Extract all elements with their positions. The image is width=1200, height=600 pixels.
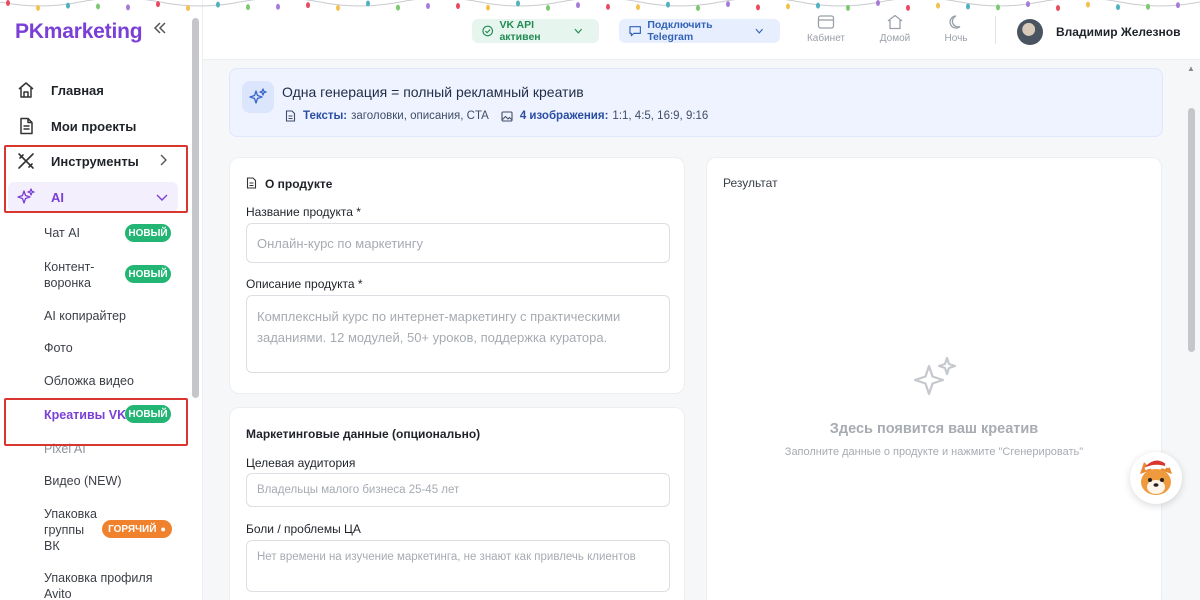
logo[interactable]: PKmarketing <box>15 20 143 44</box>
card-title: О продукте <box>265 177 333 191</box>
product-card: О продукте Название продукта * Описание … <box>229 157 685 394</box>
sidebar-item-label: Мои проекты <box>51 118 137 134</box>
banner-title: Одна генерация = полный рекламный креати… <box>282 84 584 100</box>
banner-details: Тексты: заголовки, описания, CTA 4 изобр… <box>285 110 708 122</box>
sidebar-subitem-video-cover[interactable]: Обложка видео <box>44 373 134 389</box>
topbar: VK API активен Подключить Telegram Кабин… <box>203 0 1200 60</box>
sidebar-subitem-ai-copywriter[interactable]: AI копирайтер <box>44 308 126 324</box>
empty-state-subtitle: Заполните данные о продукте и нажмите "С… <box>784 446 1084 458</box>
badge-new: НОВЫЙ <box>125 265 171 283</box>
sidebar-subitem-content-funnel[interactable]: Контент-воронка <box>44 259 104 291</box>
badge-hot: ГОРЯЧИЙ ● <box>102 520 172 538</box>
sidebar-subitem-pixel-ai[interactable]: Pixel AI <box>44 441 86 457</box>
sidebar-subitem-photo[interactable]: Фото <box>44 340 73 356</box>
avatar[interactable] <box>1017 19 1043 45</box>
sparkles-icon <box>913 356 957 396</box>
document-icon <box>285 110 296 122</box>
document-icon <box>246 177 257 189</box>
wallet-icon <box>817 15 835 29</box>
sidebar-item-projects[interactable]: Мои проекты <box>8 111 178 141</box>
image-icon <box>501 110 513 122</box>
sparkles-icon <box>242 81 274 113</box>
night-mode-button[interactable]: Ночь <box>931 14 981 44</box>
user-name[interactable]: Владимир Железнов <box>1056 25 1180 39</box>
result-card: Результат Здесь появится ваш креатив Зап… <box>706 157 1162 600</box>
tools-icon <box>15 150 37 172</box>
home-button[interactable]: Домой <box>870 14 920 44</box>
mascot-assistant-button[interactable] <box>1130 452 1182 504</box>
sidebar-scrollbar[interactable] <box>192 18 199 398</box>
product-name-input[interactable] <box>246 223 670 263</box>
vk-api-status-button[interactable]: VK API активен <box>472 19 599 43</box>
badge-new: НОВЫЙ <box>125 224 171 242</box>
chat-icon <box>629 26 641 37</box>
sidebar: PKmarketing Главная Мои проекты Инструме… <box>0 0 203 600</box>
chevron-down-icon <box>755 28 764 34</box>
sidebar-subitem-vk-creatives[interactable]: Креативы VK <box>44 407 126 423</box>
field-label: Боли / проблемы ЦА <box>246 522 361 536</box>
target-audience-input[interactable] <box>246 473 670 507</box>
sidebar-subitem-avito-packaging[interactable]: Упаковка профиля Avito <box>44 570 154 600</box>
sidebar-subitem-chat-ai[interactable]: Чат AI <box>44 225 80 241</box>
info-banner: Одна генерация = полный рекламный креати… <box>229 68 1163 137</box>
check-circle-icon <box>482 25 494 37</box>
sidebar-item-label: Главная <box>51 82 104 98</box>
sidebar-item-label: AI <box>51 189 64 205</box>
chevron-right-icon <box>158 154 168 169</box>
marketing-card: Маркетинговые данные (опционально) Целев… <box>229 407 685 600</box>
product-description-input[interactable] <box>246 295 670 373</box>
field-label: Целевая аудитория <box>246 456 356 470</box>
sidebar-subitem-video-new[interactable]: Видео (NEW) <box>44 473 121 489</box>
card-title: Результат <box>723 176 778 190</box>
field-label: Описание продукта * <box>246 277 363 291</box>
divider <box>995 16 996 44</box>
moon-icon <box>949 15 961 29</box>
main-scrollbar[interactable] <box>1188 108 1195 352</box>
sidebar-item-label: Инструменты <box>51 153 139 169</box>
chevron-down-icon <box>156 190 168 205</box>
field-label: Название продукта * <box>246 205 361 219</box>
sidebar-item-ai[interactable]: AI <box>8 182 178 212</box>
document-icon <box>15 115 37 137</box>
audience-pains-input[interactable] <box>246 540 670 592</box>
corgi-icon <box>1140 460 1172 495</box>
scroll-up-arrow[interactable]: ▲ <box>1187 64 1195 73</box>
double-chevron-left-icon[interactable] <box>152 19 168 42</box>
home-icon <box>15 79 37 101</box>
sparkles-icon <box>15 186 37 208</box>
sidebar-item-tools[interactable]: Инструменты <box>8 146 178 176</box>
card-title: Маркетинговые данные (опционально) <box>246 427 481 441</box>
sidebar-item-home[interactable]: Главная <box>8 75 178 105</box>
empty-state-title: Здесь появится ваш креатив <box>829 421 1039 437</box>
badge-new: НОВЫЙ <box>125 405 171 423</box>
fire-icon: ● <box>160 524 166 534</box>
home-icon <box>887 14 903 30</box>
cabinet-button[interactable]: Кабинет <box>801 14 851 44</box>
sidebar-subitem-vk-group-packaging[interactable]: Упаковка группы ВК <box>44 506 100 554</box>
chevron-down-icon <box>574 28 583 34</box>
connect-telegram-button[interactable]: Подключить Telegram <box>619 19 780 43</box>
